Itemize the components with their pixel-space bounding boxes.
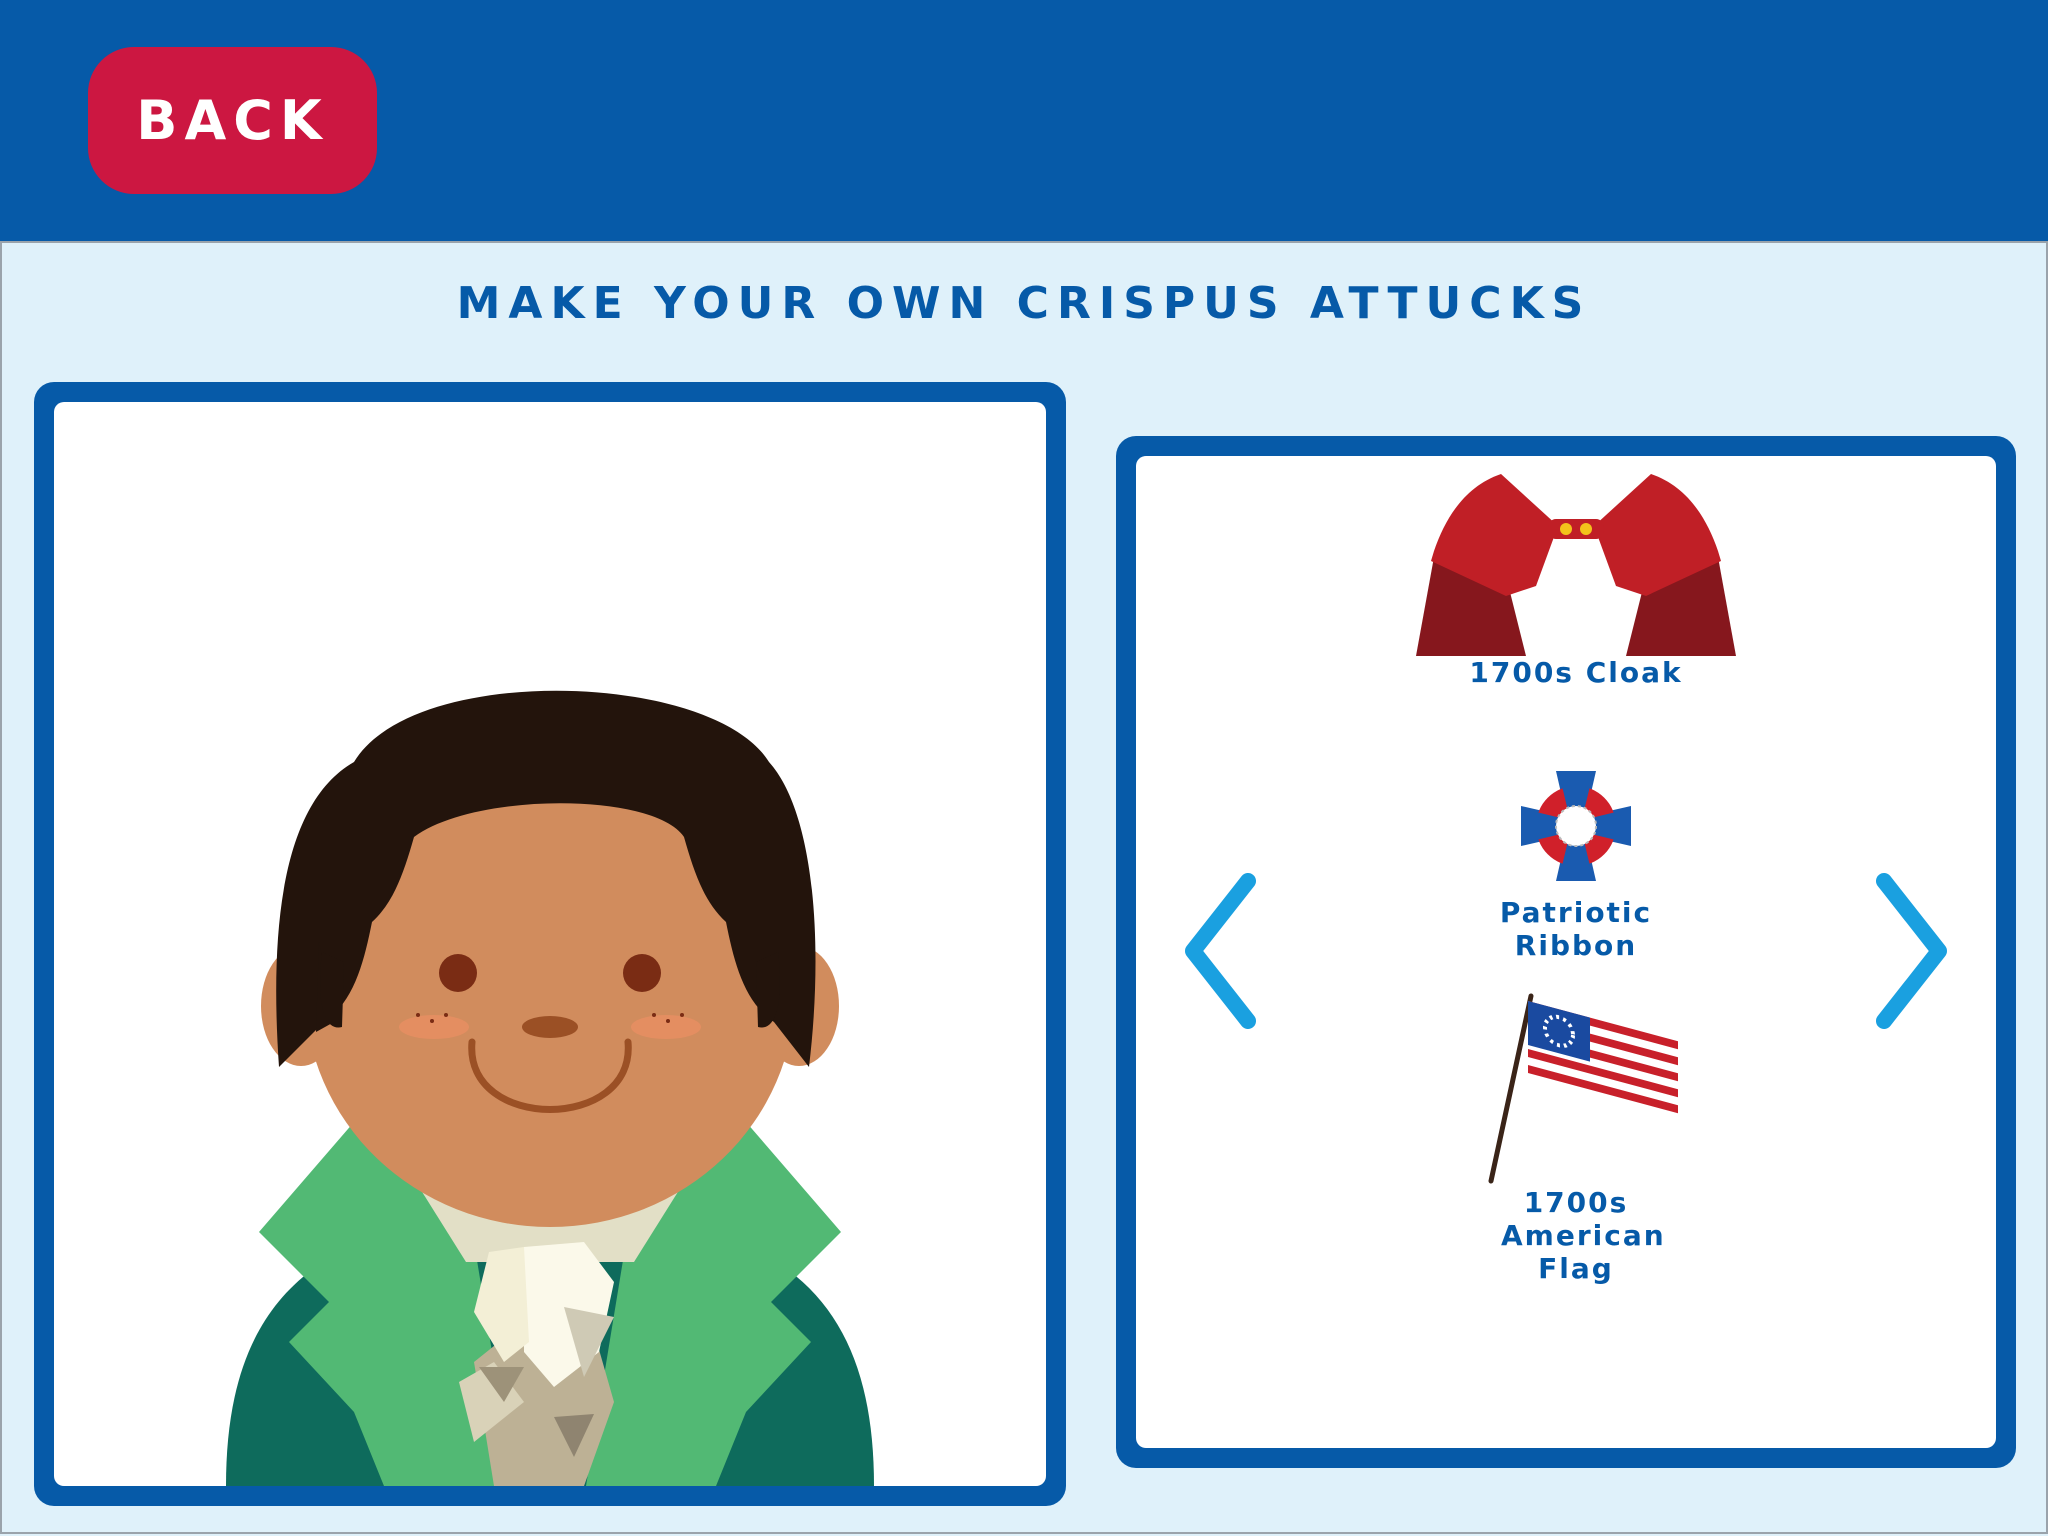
item-label: 1700s American Flag [1501, 1186, 1666, 1285]
item-label: 1700s Cloak [1469, 656, 1683, 689]
page-title: MAKE YOUR OWN CRISPUS ATTUCKS [456, 278, 1592, 329]
character-preview-frame [34, 382, 1066, 1506]
back-button[interactable]: BACK [88, 47, 377, 194]
item-picker: 1700s Cloak Patriotic Ribbon 1700s Ameri… [1136, 456, 1996, 1448]
character-preview [54, 402, 1046, 1486]
chevron-right-icon [1876, 873, 1947, 1029]
ribbon-icon [1521, 771, 1631, 881]
item-label: Patriotic Ribbon [1499, 896, 1653, 962]
item-ribbon[interactable]: Patriotic Ribbon [1466, 756, 1686, 962]
header-bar: BACK [0, 0, 2048, 243]
cloak-icon [1416, 474, 1736, 656]
item-cloak[interactable]: 1700s Cloak [1376, 456, 1776, 689]
item-picker-frame: 1700s Cloak Patriotic Ribbon 1700s Ameri… [1116, 436, 2016, 1468]
flag-icon [1488, 993, 1678, 1184]
next-button[interactable] [1854, 866, 1954, 1036]
item-flag[interactable]: 1700s American Flag [1446, 986, 1706, 1285]
chevron-left-icon [1185, 873, 1256, 1029]
character-illustration [226, 690, 874, 1486]
prev-button[interactable] [1178, 866, 1278, 1036]
